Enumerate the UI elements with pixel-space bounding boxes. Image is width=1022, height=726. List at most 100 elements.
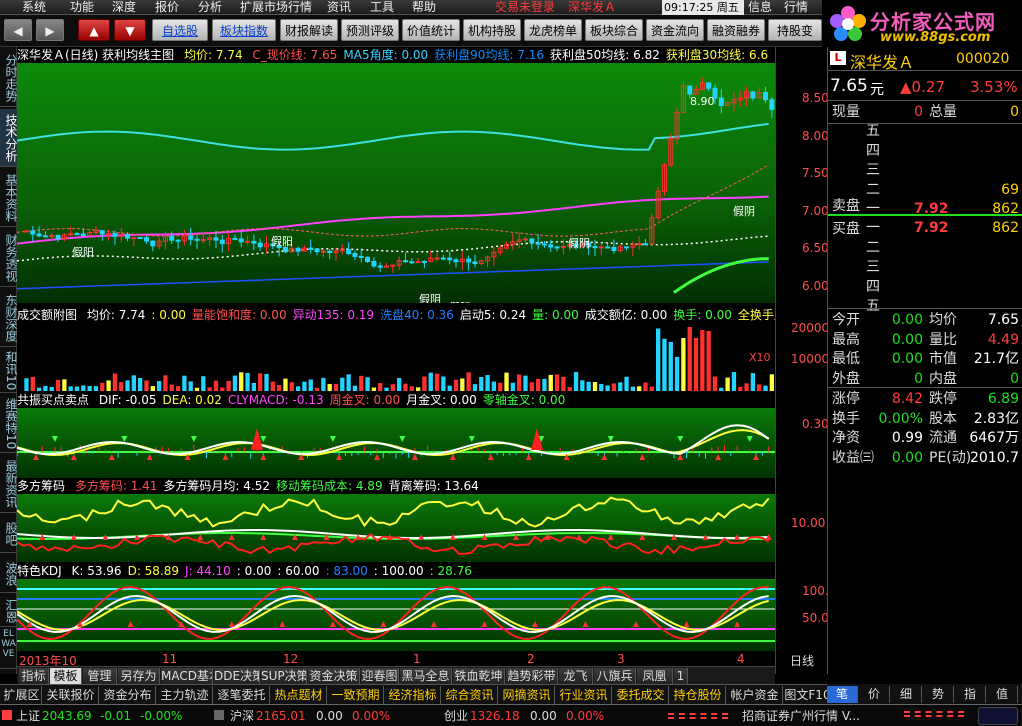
bid-level[interactable]: 三: [828, 257, 1022, 277]
trade-login-status[interactable]: 交易未登录: [495, 0, 555, 15]
formula-tab[interactable]: 资金决策: [308, 668, 360, 684]
fund-flow-button[interactable]: 资金流向: [646, 19, 704, 41]
tab-financial[interactable]: 财务透视: [0, 229, 17, 287]
formula-tab[interactable]: 龙飞: [559, 668, 593, 684]
formula-tab[interactable]: 管理: [83, 668, 117, 684]
formula-tab[interactable]: 黑马全息: [400, 668, 452, 684]
stat-cell: 0.00%: [878, 410, 923, 427]
tab-technical[interactable]: 技术分析: [0, 109, 17, 167]
quote-subtab[interactable]: 细: [891, 686, 922, 703]
macd-pane[interactable]: [17, 408, 775, 478]
ask-level[interactable]: 五: [828, 121, 1022, 141]
tab-latest-news[interactable]: 最新资讯: [0, 455, 17, 513]
watchlist-link[interactable]: 自选股: [152, 19, 208, 41]
forecast-button[interactable]: 预测评级: [341, 19, 399, 41]
sh-label[interactable]: 上证: [16, 708, 40, 724]
tab-hexun[interactable]: 和讯10: [0, 349, 17, 393]
volume-pane[interactable]: X10: [17, 323, 775, 391]
menu-news[interactable]: 资讯: [327, 0, 351, 15]
menu-function[interactable]: 功能: [70, 0, 94, 15]
menu-analysis[interactable]: 分析: [198, 0, 222, 15]
network-status-icon[interactable]: [978, 707, 1018, 725]
menu-system[interactable]: 系统: [22, 0, 46, 15]
institution-button[interactable]: 机构持股: [463, 19, 521, 41]
kdj-pane[interactable]: [17, 579, 775, 651]
chart-area[interactable]: 深华发Ａ(日线) 获利均线主图 均价: 7.74 C_现价线: 7.65 MA5角…: [17, 47, 775, 674]
formula-tab[interactable]: 1: [674, 668, 688, 684]
formula-tab[interactable]: 铁血乾坤: [453, 668, 505, 684]
extension-tab[interactable]: 综合资讯: [442, 686, 498, 704]
bid-level[interactable]: 四: [828, 277, 1022, 297]
extension-tab[interactable]: 图文F10: [784, 686, 832, 704]
sz-label[interactable]: 沪深: [230, 708, 254, 724]
margin-button[interactable]: 融资融券: [707, 19, 765, 41]
extension-tab[interactable]: 网摘资讯: [499, 686, 555, 704]
menu-market[interactable]: 行情: [784, 0, 808, 15]
quote-subtab[interactable]: 值: [987, 686, 1018, 703]
holding-change-button[interactable]: 持股变: [768, 19, 822, 41]
extension-tab[interactable]: 资金分布: [100, 686, 156, 704]
back-button[interactable]: ◀: [4, 19, 32, 41]
tab-basic-info[interactable]: 基本资料: [0, 169, 17, 227]
extension-tab[interactable]: 行业资讯: [556, 686, 612, 704]
formula-tab[interactable]: 凤凰: [637, 668, 673, 684]
main-price-pane[interactable]: 8.90假阴假阳假阴假阴假阳5.48假阳: [17, 63, 775, 303]
formula-tab[interactable]: DDE决策: [214, 668, 260, 684]
formula-tab[interactable]: 趋势彩带: [506, 668, 558, 684]
formula-tab[interactable]: 指标: [19, 668, 49, 684]
quote-subtab[interactable]: 价: [859, 686, 890, 703]
dragon-tiger-button[interactable]: 龙虎榜单: [524, 19, 582, 41]
ask-level[interactable]: 四: [828, 141, 1022, 161]
extension-tab[interactable]: 热点题材: [271, 686, 327, 704]
tab-elwave[interactable]: ELWAVE: [0, 629, 17, 669]
formula-tab[interactable]: SUP决策: [261, 668, 307, 684]
tab-forum[interactable]: 股吧: [0, 515, 17, 553]
quote-subtab[interactable]: 指: [955, 686, 986, 703]
bid-level[interactable]: 一 7.92 862: [828, 218, 1022, 238]
tab-intraday[interactable]: 分时走势: [0, 49, 17, 107]
tab-east-depth[interactable]: 东财深度: [0, 289, 17, 347]
formula-tab[interactable]: 模板: [50, 668, 82, 684]
extension-tab[interactable]: 委托成交: [613, 686, 669, 704]
ask-level[interactable]: 二 69: [828, 180, 1022, 200]
sector-summary-button[interactable]: 板块综合: [585, 19, 643, 41]
volume-bar: [30, 376, 35, 391]
extension-tab[interactable]: 经济指标: [385, 686, 441, 704]
extension-tab[interactable]: 逐笔委托: [214, 686, 270, 704]
ask-level[interactable]: 一 7.92 862: [828, 199, 1022, 219]
quote-subtab[interactable]: 笔: [827, 686, 858, 703]
menu-help[interactable]: 帮助: [412, 0, 436, 15]
menu-depth[interactable]: 深度: [112, 0, 136, 15]
tab-weisaite[interactable]: 维赛特10: [0, 395, 17, 453]
value-stats-button[interactable]: 价值统计: [402, 19, 460, 41]
tab-huien[interactable]: 汇恩: [0, 595, 17, 627]
page-down-button[interactable]: ▼: [114, 19, 146, 41]
menu-extended-market[interactable]: 扩展市场行情: [240, 0, 312, 15]
page-up-button[interactable]: ▲: [78, 19, 110, 41]
quote-subtab[interactable]: 势: [923, 686, 954, 703]
extension-tab[interactable]: 帐户资金: [727, 686, 783, 704]
period-label[interactable]: 日线: [790, 652, 814, 669]
chip-pane[interactable]: [17, 494, 775, 562]
bid-level[interactable]: 二: [828, 238, 1022, 258]
volume-bar: [188, 381, 193, 391]
report-button[interactable]: 财报解读: [280, 19, 338, 41]
extension-tab[interactable]: 持仓股份: [670, 686, 726, 704]
logo-url[interactable]: www.88gs.com: [880, 30, 990, 45]
forward-button[interactable]: ▶: [36, 19, 64, 41]
ask-level[interactable]: 三: [828, 160, 1022, 180]
formula-tab[interactable]: MACD基本: [161, 668, 213, 684]
formula-tab[interactable]: 另存为: [118, 668, 160, 684]
sector-index-link[interactable]: 板块指数: [212, 19, 276, 41]
tab-wave[interactable]: 波浪: [0, 555, 17, 593]
extension-tab[interactable]: 扩展区: [2, 686, 42, 704]
formula-tab[interactable]: 迎春图: [361, 668, 399, 684]
extension-tab[interactable]: 关联报价: [43, 686, 99, 704]
extension-tab[interactable]: 一致预期: [328, 686, 384, 704]
menu-tools[interactable]: 工具: [370, 0, 394, 15]
formula-tab[interactable]: 八旗兵: [594, 668, 636, 684]
menu-info[interactable]: 信息: [748, 0, 772, 15]
cy-label[interactable]: 创业: [444, 708, 468, 724]
menu-quote[interactable]: 报价: [155, 0, 179, 15]
extension-tab[interactable]: 主力轨迹: [157, 686, 213, 704]
